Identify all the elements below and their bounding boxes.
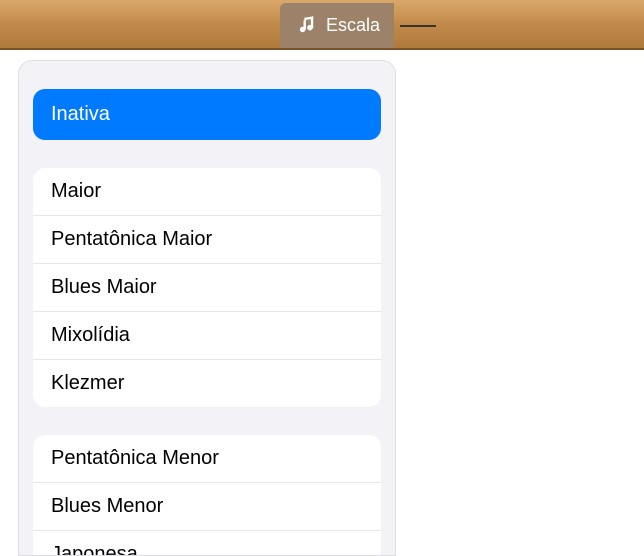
scale-group-major: Maior Pentatônica Maior Blues Maior Mixo… — [33, 168, 381, 407]
scale-dropdown: Inativa Maior Pentatônica Maior Blues Ma… — [18, 60, 396, 556]
callout-line — [400, 25, 436, 27]
scale-option[interactable]: Blues Maior — [33, 264, 381, 312]
scale-option-selected[interactable]: Inativa — [33, 89, 381, 140]
scale-option[interactable]: Blues Menor — [33, 483, 381, 531]
toolbar: Escala — [0, 0, 644, 50]
scale-button[interactable]: Escala — [280, 3, 394, 48]
scale-option[interactable]: Pentatônica Menor — [33, 435, 381, 483]
scale-option[interactable]: Pentatônica Maior — [33, 216, 381, 264]
scale-group-minor: Pentatônica Menor Blues Menor Japonesa — [33, 435, 381, 556]
scale-option[interactable]: Mixolídia — [33, 312, 381, 360]
scale-option[interactable]: Klezmer — [33, 360, 381, 407]
scale-option[interactable]: Maior — [33, 168, 381, 216]
scale-button-label: Escala — [326, 15, 380, 36]
scale-option[interactable]: Japonesa — [33, 531, 381, 556]
music-notes-icon — [298, 15, 320, 37]
